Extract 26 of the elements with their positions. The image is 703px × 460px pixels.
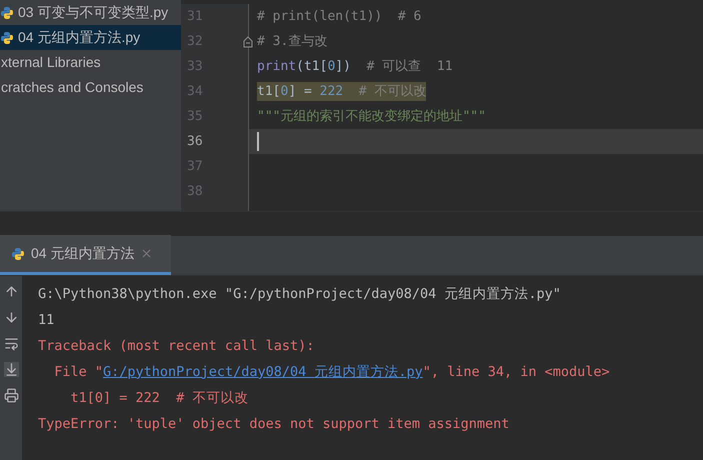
run-tab[interactable]: 04 元组内置方法 [0, 235, 171, 275]
code-line: """元组的索引不能改变绑定的地址""" [257, 108, 486, 126]
python-file-icon [0, 30, 14, 44]
file-link[interactable]: G:/pythonProject/day08/04 元组内置方法.py [103, 362, 423, 382]
project-tree-item[interactable]: 04 元组内置方法.py [0, 25, 181, 50]
console-line: G:\Python38\python.exe "G:/pythonProject/day08/04 元组内置方法.py" [38, 284, 562, 304]
console-line: t1[0] = 222 # 不可以改 [70, 388, 250, 408]
print-icon[interactable] [4, 388, 18, 403]
fold-marker-icon[interactable] [243, 36, 253, 48]
project-tree-item[interactable]: cratches and Consoles [0, 75, 181, 100]
python-file-icon [0, 6, 14, 20]
soft-wrap-icon[interactable] [4, 336, 18, 351]
console-line: TypeError: 'tuple' object does not support item assignment [38, 414, 510, 434]
text-cursor [257, 132, 259, 151]
code-line: # print(len(t1)) # 6 [257, 8, 422, 26]
console-line: 11 [38, 310, 56, 330]
scroll-to-end-icon[interactable] [4, 362, 18, 377]
console-line: Traceback (most recent call last): [38, 336, 316, 356]
code-line: # 3.查与改 [257, 32, 328, 51]
code-line: print(t1[0]) # 可以查 11 [257, 58, 453, 76]
python-file-icon [11, 246, 25, 260]
line-number: 36 [186, 132, 203, 151]
arrow-down-icon[interactable] [4, 310, 18, 325]
project-tree-item[interactable]: xternal Libraries [0, 50, 181, 75]
project-tree-item[interactable]: 03 可变与不可变类型.py [0, 0, 181, 25]
console-line: File "G:/pythonProject/day08/04 元组内置方法.py", line 34, in <module> [38, 359, 703, 385]
